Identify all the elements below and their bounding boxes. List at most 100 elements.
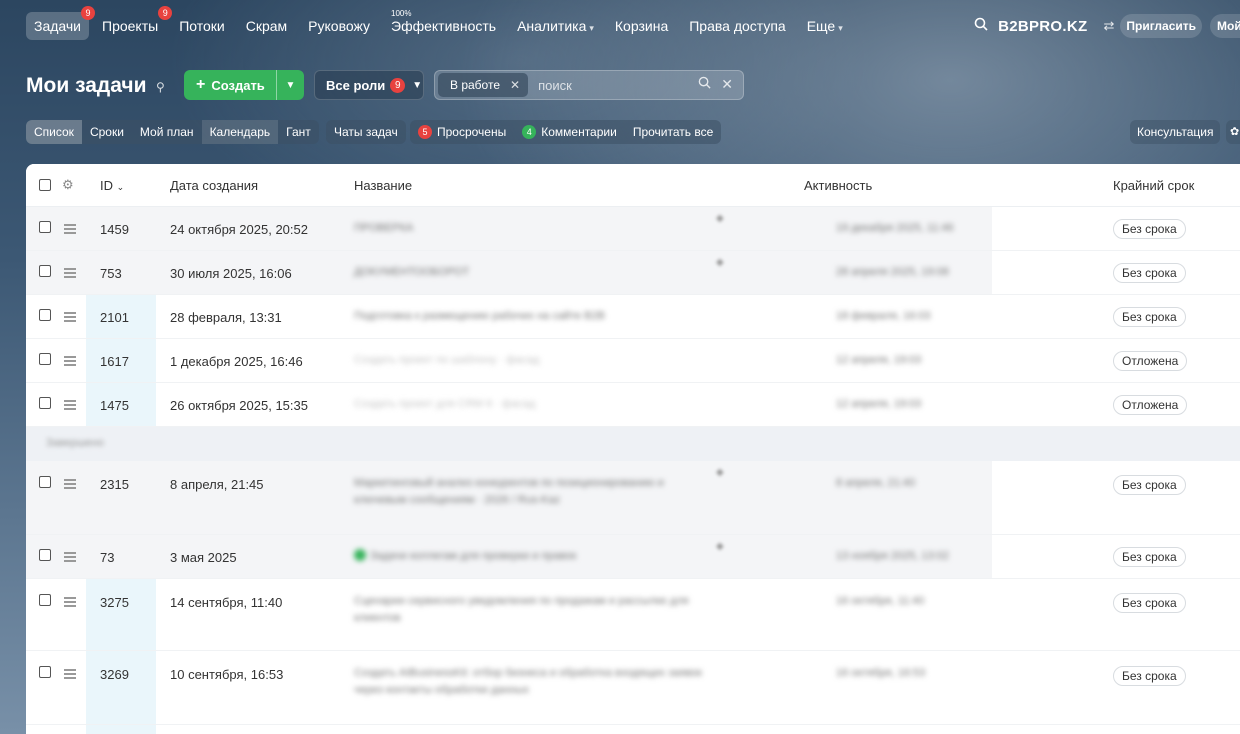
nav-tasks[interactable]: Задачи 9: [26, 6, 96, 40]
search-input[interactable]: [538, 77, 689, 93]
create-dropdown-chevron-icon[interactable]: ▼: [276, 70, 304, 100]
comment-icon[interactable]: ◆: [716, 213, 724, 224]
roles-dropdown[interactable]: Все роли 9 ▼: [314, 70, 424, 100]
row-deadline-badge[interactable]: Отложена: [1113, 351, 1188, 371]
view-gantt[interactable]: Гант: [278, 120, 319, 144]
row-deadline-badge[interactable]: Без срока: [1113, 593, 1186, 613]
drag-handle-icon[interactable]: [64, 400, 76, 412]
nav-flows[interactable]: Потоки: [171, 12, 233, 40]
column-id[interactable]: ID ⌄: [100, 178, 124, 193]
row-checkbox[interactable]: [39, 265, 51, 277]
view-list[interactable]: Список: [26, 120, 82, 144]
row-created: 28 февраля, 13:31: [170, 310, 282, 325]
table-row[interactable]: 2315 8 апреля, 21:45 Маркетинговый анали…: [26, 461, 1240, 535]
row-checkbox[interactable]: [39, 221, 51, 233]
row-deadline-badge[interactable]: Без срока: [1113, 263, 1186, 283]
overdue-filter[interactable]: 5 Просрочены: [410, 120, 514, 144]
table-row[interactable]: 2101 28 февраля, 13:31 Подготовка к разм…: [26, 295, 1240, 339]
clear-icon[interactable]: ✕: [721, 76, 733, 92]
view-deadlines[interactable]: Сроки: [82, 120, 132, 144]
drag-handle-icon[interactable]: [64, 552, 76, 564]
row-checkbox[interactable]: [39, 476, 51, 488]
drag-handle-icon[interactable]: [64, 669, 76, 681]
row-checkbox[interactable]: [39, 309, 51, 321]
comment-icon[interactable]: ◆: [716, 257, 724, 268]
drag-handle-icon[interactable]: [64, 268, 76, 280]
read-all-button[interactable]: Прочитать все: [625, 120, 721, 144]
gear-icon[interactable]: ⚙: [62, 177, 74, 193]
view-calendar[interactable]: Календарь: [201, 120, 279, 144]
table-row[interactable]: 73 3 мая 2025 Задачи коллегам для провер…: [26, 535, 1240, 579]
nav-projects[interactable]: Проекты 9: [94, 6, 173, 40]
row-name[interactable]: Маркетинговый анализ конкурентов по пози…: [354, 475, 704, 509]
select-all-checkbox[interactable]: [39, 179, 51, 191]
row-name[interactable]: ДОКУМЕНТООБОРОТ: [354, 264, 704, 281]
row-name[interactable]: ПРОВЕРКА: [354, 220, 704, 237]
row-checkbox[interactable]: [39, 594, 51, 606]
drag-handle-icon[interactable]: [64, 479, 76, 491]
create-button[interactable]: + Создать ▼: [184, 70, 304, 100]
nav-scrum-label: Скрам: [245, 18, 288, 34]
row-name-wrap[interactable]: Задачи коллегам для проверки и правок: [354, 548, 704, 565]
comment-icon[interactable]: ◆: [716, 541, 724, 552]
drag-handle-icon[interactable]: [64, 597, 76, 609]
drag-handle-icon[interactable]: [64, 224, 76, 236]
nav-more[interactable]: Еще ▾: [799, 12, 851, 40]
drag-handle-icon[interactable]: [64, 356, 76, 368]
gift-icon[interactable]: ✿: [1226, 120, 1240, 144]
swap-icon[interactable]: ⇄: [1103, 18, 1114, 34]
row-deadline-badge[interactable]: Отложена: [1113, 395, 1188, 415]
row-checkbox[interactable]: [39, 353, 51, 365]
row-checkbox[interactable]: [39, 666, 51, 678]
row-deadline-badge[interactable]: Без срока: [1113, 666, 1186, 686]
brand-logo[interactable]: B2BPRO.KZ: [998, 18, 1087, 35]
table-row[interactable]: 3269 10 сентября, 16:53 Создать AIBusine…: [26, 651, 1240, 725]
row-name[interactable]: Создать проект по шаблону · фасад: [354, 352, 704, 369]
row-deadline-badge[interactable]: Без срока: [1113, 475, 1186, 495]
invite-button[interactable]: Пригласить: [1120, 14, 1202, 38]
close-icon[interactable]: ✕: [510, 78, 520, 92]
table-row[interactable]: 753 30 июля 2025, 16:06 ДОКУМЕНТООБОРОТ …: [26, 251, 1240, 295]
nav-analytics[interactable]: Аналитика ▾: [509, 12, 602, 40]
group-separator[interactable]: Завершено: [26, 427, 1240, 461]
nav-efficiency[interactable]: 100% Эффективность: [383, 9, 504, 40]
search-icon[interactable]: [974, 17, 988, 35]
comments-filter[interactable]: 4 Комментарии: [514, 120, 625, 144]
nav-trash[interactable]: Корзина: [607, 12, 676, 40]
comment-icon[interactable]: ◆: [716, 467, 724, 478]
table-row[interactable]: 3275 14 сентября, 11:40 Сценарии сервисн…: [26, 579, 1240, 651]
nav-scrum[interactable]: Скрам: [238, 12, 295, 40]
view-my-plan[interactable]: Мой план: [132, 120, 202, 144]
row-name[interactable]: Подготовка к размещению рабочих на сайте…: [354, 308, 704, 325]
row-name[interactable]: Создать проект для CRM 6 · фасад: [354, 396, 704, 413]
column-deadline[interactable]: Крайний срок: [1113, 178, 1194, 193]
table-row[interactable]: 1459 24 октября 2025, 20:52 ПРОВЕРКА ◆ 1…: [26, 207, 1240, 251]
row-deadline-badge[interactable]: Без срока: [1113, 219, 1186, 239]
row-deadline-badge[interactable]: Без срока: [1113, 547, 1186, 567]
row-deadline-badge[interactable]: Без срока: [1113, 307, 1186, 327]
column-name[interactable]: Название: [354, 178, 412, 193]
overdue-count: 5: [418, 125, 432, 139]
row-name[interactable]: Создать AIBusinessKit: отбор бизнеса и о…: [354, 665, 704, 699]
my-profile-button[interactable]: Мой: [1210, 14, 1240, 38]
nav-right: B2BPRO.KZ ⇄ Пригласить Мой: [974, 0, 1240, 52]
column-activity[interactable]: Активность: [804, 178, 872, 193]
row-checkbox[interactable]: [39, 549, 51, 561]
filter-search-box[interactable]: В работе ✕ ✕: [434, 70, 744, 100]
nav-managing[interactable]: Руковожу: [300, 12, 378, 40]
nav-access[interactable]: Права доступа: [681, 12, 793, 40]
row-checkbox[interactable]: [39, 397, 51, 409]
overdue-label: Просрочены: [437, 125, 507, 139]
pin-icon[interactable]: ⚲: [156, 80, 165, 94]
row-name[interactable]: Сценарии сервисного уведомления по прода…: [354, 593, 704, 627]
search-icon[interactable]: [698, 76, 715, 92]
filter-chip[interactable]: В работе ✕: [438, 73, 529, 97]
create-main[interactable]: + Создать: [184, 76, 276, 94]
consultation-button[interactable]: Консультация: [1130, 120, 1221, 144]
table-row[interactable]: 1475 26 октября 2025, 15:35 Создать прое…: [26, 383, 1240, 427]
task-chats-button[interactable]: Чаты задач: [326, 120, 406, 144]
filter-chip-label: В работе: [450, 78, 501, 92]
drag-handle-icon[interactable]: [64, 312, 76, 324]
table-row[interactable]: 1617 1 декабря 2025, 16:46 Создать проек…: [26, 339, 1240, 383]
column-created[interactable]: Дата создания: [170, 178, 258, 193]
